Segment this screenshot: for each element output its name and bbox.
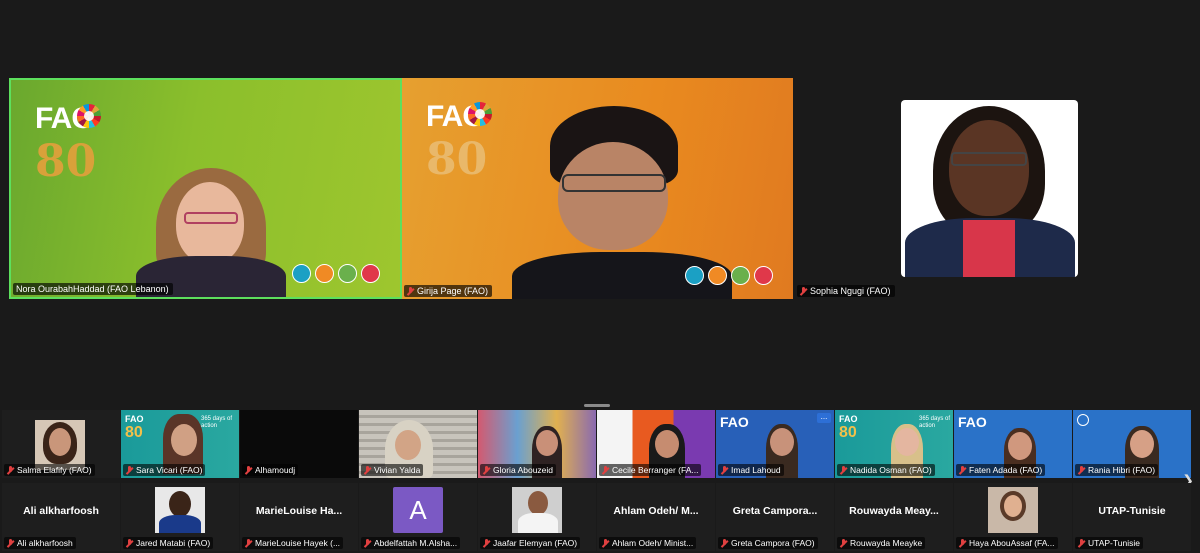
participant-name-label: Jaafar Elemyan (FAO) <box>480 537 581 549</box>
muted-mic-icon <box>245 465 252 475</box>
participant-display-name: Ali alkharfoosh <box>23 505 99 517</box>
participant-name-label: UTAP-Tunisie <box>1075 537 1143 549</box>
gallery-resize-handle[interactable] <box>584 404 610 407</box>
participant-video <box>136 168 286 297</box>
gallery-tile[interactable]: Rouwayda Meay... Rouwayda Meayke <box>835 483 953 551</box>
sdg-icon-row <box>292 264 380 283</box>
gallery-tile[interactable]: Alhamoudj <box>240 410 358 478</box>
participant-display-name: Greta Campora... <box>732 505 818 517</box>
muted-mic-icon <box>126 465 133 475</box>
heart-icon <box>361 264 380 283</box>
muted-mic-icon <box>800 286 807 296</box>
campaign-text: 365 days of action <box>919 416 951 429</box>
gallery-tile[interactable]: Jaafar Elemyan (FAO) <box>478 483 596 551</box>
participant-name-label: Sara Vicari (FAO) <box>123 464 206 476</box>
muted-mic-icon <box>602 538 609 548</box>
sdg-wheel-icon <box>77 104 101 128</box>
participant-gallery: Salma Elafify (FAO) FAO 80 365 days of a… <box>0 410 1200 553</box>
muted-mic-icon <box>407 286 414 296</box>
avatar: A <box>393 487 443 533</box>
fao-logo-number: 80 <box>426 134 488 185</box>
muted-mic-icon <box>483 538 490 548</box>
participant-name-label: Abdelfattah M.Alsha... <box>361 537 461 549</box>
muted-mic-icon <box>126 538 133 548</box>
gallery-tile[interactable]: UTAP-Tunisie UTAP-Tunisie <box>1073 483 1191 551</box>
gallery-tile[interactable]: A Abdelfattah M.Alsha... <box>359 483 477 551</box>
participant-display-name: Ahlam Odeh/ M... <box>613 505 699 517</box>
food-icon <box>708 266 727 285</box>
gallery-tile[interactable]: FAO Faten Adada (FAO) <box>954 410 1072 478</box>
participant-name-label: Cecile Berranger (FA... <box>599 464 702 476</box>
sdg-wheel-icon <box>468 102 492 126</box>
participant-name-label: MarieLouise Hayek (... <box>242 537 344 549</box>
muted-mic-icon <box>245 538 252 548</box>
gallery-tile[interactable]: Greta Campora... Greta Campora (FAO) <box>716 483 834 551</box>
participant-name-label: Gloria Abouzeid <box>480 464 557 476</box>
muted-mic-icon <box>959 538 966 548</box>
meeting-stage: FAO 80 Nora OurabahHaddad (FAO Lebanon) … <box>0 0 1200 553</box>
gallery-tile[interactable]: Rania Hibri (FAO) <box>1073 410 1191 478</box>
participant-name-label: Greta Campora (FAO) <box>718 537 818 549</box>
muted-mic-icon <box>7 538 14 548</box>
participant-name-label: Vivian Yalda <box>361 464 424 476</box>
muted-mic-icon <box>483 465 490 475</box>
video-tile-sophia[interactable]: Sophia Ngugi (FAO) <box>795 78 1185 299</box>
muted-mic-icon <box>959 465 966 475</box>
participant-display-name: UTAP-Tunisie <box>1098 505 1166 517</box>
gallery-tile[interactable]: FAO 80 365 days of action Sara Vicari (F… <box>121 410 239 478</box>
participant-name-label: Alhamoudj <box>242 464 299 476</box>
muted-mic-icon <box>721 538 728 548</box>
sdg-icon-row <box>685 266 773 285</box>
muted-mic-icon <box>1078 538 1085 548</box>
leaf-icon <box>338 264 357 283</box>
fao-logo-number: 80 <box>35 136 97 187</box>
heart-icon <box>754 266 773 285</box>
muted-mic-icon <box>7 465 14 475</box>
participant-name-label: Rania Hibri (FAO) <box>1075 464 1159 476</box>
gallery-tile[interactable]: FAO 80 365 days of action Nadida Osman (… <box>835 410 953 478</box>
participant-name-label: Ahlam Odeh/ Minist... <box>599 537 697 549</box>
muted-mic-icon <box>364 538 371 548</box>
participant-display-name: Rouwayda Meay... <box>849 505 939 517</box>
fao-80-logo: FAO 80 <box>426 100 506 190</box>
participant-display-name: MarieLouise Ha... <box>255 505 343 517</box>
participant-name-label: Rouwayda Meayke <box>837 537 926 549</box>
muted-mic-icon <box>840 465 847 475</box>
participant-photo <box>901 100 1078 277</box>
video-tile-nora[interactable]: FAO 80 Nora OurabahHaddad (FAO Lebanon) <box>9 78 402 299</box>
muted-mic-icon <box>1078 465 1085 475</box>
participant-name-label: Ali alkharfoosh <box>4 537 76 549</box>
participant-name-label: Nadida Osman (FAO) <box>837 464 935 476</box>
campaign-text: 365 days of action <box>201 416 233 429</box>
gallery-tile[interactable]: Ahlam Odeh/ M... Ahlam Odeh/ Minist... <box>597 483 715 551</box>
video-tile-girija[interactable]: FAO 80 Girija Page (FAO) <box>402 78 793 299</box>
gallery-tile[interactable]: Ali alkharfoosh Ali alkharfoosh <box>2 483 120 551</box>
water-icon <box>685 266 704 285</box>
gallery-tile[interactable]: Vivian Yalda <box>359 410 477 478</box>
gallery-tile[interactable]: Haya AbouAssaf (FA... <box>954 483 1072 551</box>
participant-name-label: Girija Page (FAO) <box>404 285 493 297</box>
fao-80-logo: FAO 80 <box>35 102 115 192</box>
muted-mic-icon <box>721 465 728 475</box>
gallery-tile[interactable]: Jared Matabi (FAO) <box>121 483 239 551</box>
participant-name-label: Jared Matabi (FAO) <box>123 537 214 549</box>
water-icon <box>292 264 311 283</box>
muted-mic-icon <box>840 538 847 548</box>
more-options-icon[interactable]: ... <box>817 413 831 423</box>
participant-name-label: Haya AbouAssaf (FA... <box>956 537 1058 549</box>
leaf-icon <box>731 266 750 285</box>
muted-mic-icon <box>602 465 609 475</box>
gallery-tile[interactable]: Cecile Berranger (FA... <box>597 410 715 478</box>
gallery-tile[interactable]: FAO ... Imad Lahoud <box>716 410 834 478</box>
food-icon <box>315 264 334 283</box>
gallery-tile[interactable]: Salma Elafify (FAO) <box>2 410 120 478</box>
participant-name-label: Nora OurabahHaddad (FAO Lebanon) <box>13 283 173 295</box>
participant-name-label: Sophia Ngugi (FAO) <box>797 285 895 297</box>
participant-name-label: Salma Elafify (FAO) <box>4 464 95 476</box>
gallery-tile[interactable]: MarieLouise Ha... MarieLouise Hayek (... <box>240 483 358 551</box>
gallery-tile[interactable]: Gloria Abouzeid <box>478 410 596 478</box>
participant-name-label: Imad Lahoud <box>718 464 784 476</box>
participant-name-label: Faten Adada (FAO) <box>956 464 1046 476</box>
muted-mic-icon <box>364 465 371 475</box>
